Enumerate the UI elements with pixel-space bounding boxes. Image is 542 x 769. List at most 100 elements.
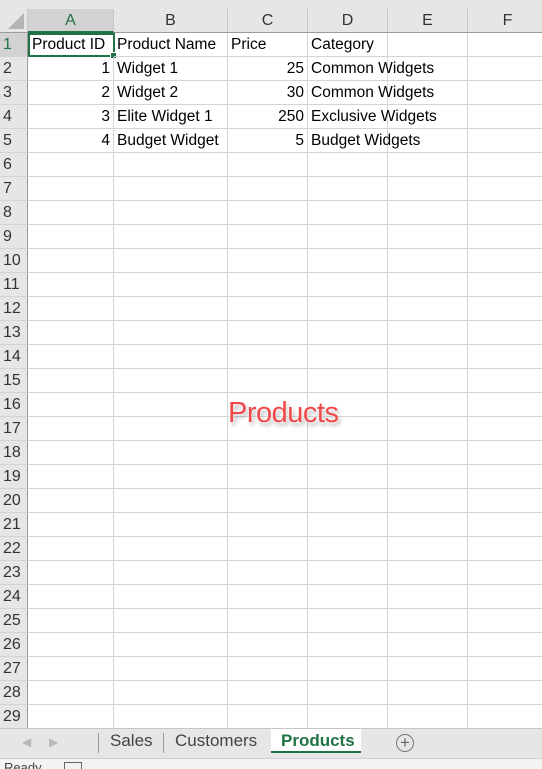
grid-cell[interactable]: [468, 681, 542, 705]
grid-cell[interactable]: [388, 609, 468, 633]
column-header-b[interactable]: B: [114, 9, 228, 33]
sheet-tab-products[interactable]: Products: [271, 729, 361, 753]
row-header-24[interactable]: 24: [0, 585, 28, 609]
grid-cell[interactable]: [28, 297, 114, 321]
grid-cell[interactable]: [228, 321, 308, 345]
grid-cell[interactable]: [28, 369, 114, 393]
grid-cell[interactable]: [114, 609, 228, 633]
grid-cell[interactable]: [388, 681, 468, 705]
grid-cell[interactable]: [388, 489, 468, 513]
grid-cell[interactable]: [114, 681, 228, 705]
spreadsheet-grid[interactable]: A B C D E F 1 2 3 4 5 6 7 8 9 10 11 12 13 14 15 16 17 18 1…: [0, 0, 542, 728]
grid-cell[interactable]: [468, 249, 542, 273]
row-header-8[interactable]: 8: [0, 201, 28, 225]
row-header-6[interactable]: 6: [0, 153, 28, 177]
cell-c4[interactable]: 250: [228, 105, 308, 129]
grid-cell[interactable]: [28, 321, 114, 345]
cell-b1[interactable]: Product Name: [114, 33, 228, 57]
grid-cell[interactable]: [388, 345, 468, 369]
triangle-left-icon[interactable]: ◀: [22, 735, 31, 749]
grid-cell[interactable]: [468, 441, 542, 465]
grid-cell[interactable]: [28, 489, 114, 513]
cell-c1[interactable]: Price: [228, 33, 308, 57]
cell-a5[interactable]: 4: [28, 129, 114, 153]
column-header-a[interactable]: A: [28, 9, 114, 33]
grid-cell[interactable]: [28, 225, 114, 249]
grid-cell[interactable]: [228, 225, 308, 249]
grid-cell[interactable]: [388, 705, 468, 728]
row-header-29[interactable]: 29: [0, 705, 28, 728]
grid-cell[interactable]: [114, 465, 228, 489]
grid-cell[interactable]: [468, 345, 542, 369]
grid-cell[interactable]: [468, 321, 542, 345]
plus-circle-icon[interactable]: +: [396, 734, 414, 752]
grid-cell[interactable]: [468, 585, 542, 609]
grid-cell[interactable]: [468, 57, 542, 81]
grid-cell[interactable]: [468, 537, 542, 561]
grid-cell[interactable]: [388, 249, 468, 273]
grid-cell[interactable]: [114, 585, 228, 609]
grid-cell[interactable]: [468, 297, 542, 321]
grid-cell[interactable]: [468, 129, 542, 153]
cell-b5[interactable]: Budget Widget: [114, 129, 228, 153]
grid-cell[interactable]: [28, 609, 114, 633]
row-header-10[interactable]: 10: [0, 249, 28, 273]
cell-a2[interactable]: 1: [28, 57, 114, 81]
grid-cell[interactable]: [388, 177, 468, 201]
grid-cell[interactable]: [228, 585, 308, 609]
grid-cell[interactable]: [308, 609, 388, 633]
grid-cell[interactable]: [308, 441, 388, 465]
grid-cell[interactable]: [28, 417, 114, 441]
cell-b4[interactable]: Elite Widget 1: [114, 105, 228, 129]
cell-a1[interactable]: Product ID: [28, 33, 117, 59]
grid-cell[interactable]: [388, 633, 468, 657]
grid-cell[interactable]: [468, 705, 542, 728]
grid-cell[interactable]: [228, 657, 308, 681]
grid-cell[interactable]: [388, 201, 468, 225]
cell-d5[interactable]: Budget Widgets: [308, 129, 420, 153]
grid-cell[interactable]: [308, 249, 388, 273]
grid-cell[interactable]: [114, 369, 228, 393]
grid-cell[interactable]: [308, 297, 388, 321]
row-header-26[interactable]: 26: [0, 633, 28, 657]
grid-cell[interactable]: [308, 465, 388, 489]
grid-cell[interactable]: [28, 657, 114, 681]
grid-cell[interactable]: [28, 513, 114, 537]
grid-cell[interactable]: [468, 81, 542, 105]
row-header-9[interactable]: 9: [0, 225, 28, 249]
grid-cell[interactable]: [228, 177, 308, 201]
grid-cell[interactable]: [468, 417, 542, 441]
grid-cell[interactable]: [28, 537, 114, 561]
grid-cell[interactable]: [468, 489, 542, 513]
grid-cell[interactable]: [228, 609, 308, 633]
row-header-4[interactable]: 4: [0, 105, 28, 129]
grid-cell[interactable]: [308, 153, 388, 177]
grid-cell[interactable]: [28, 441, 114, 465]
grid-cell[interactable]: [308, 273, 388, 297]
grid-cell[interactable]: [468, 393, 542, 417]
grid-cell[interactable]: [114, 177, 228, 201]
grid-cell[interactable]: [114, 441, 228, 465]
grid-cell[interactable]: [388, 585, 468, 609]
row-header-28[interactable]: 28: [0, 681, 28, 705]
grid-cell[interactable]: [28, 201, 114, 225]
grid-cell[interactable]: [228, 705, 308, 728]
grid-cell[interactable]: [468, 33, 542, 57]
column-header-d[interactable]: D: [308, 9, 388, 33]
grid-cell[interactable]: [388, 393, 468, 417]
row-header-22[interactable]: 22: [0, 537, 28, 561]
grid-cell[interactable]: [388, 417, 468, 441]
grid-cell[interactable]: [308, 369, 388, 393]
grid-cell[interactable]: [228, 489, 308, 513]
grid-cell[interactable]: [228, 153, 308, 177]
grid-cell[interactable]: [28, 345, 114, 369]
grid-cell[interactable]: [468, 225, 542, 249]
cell-d4[interactable]: Exclusive Widgets: [308, 105, 468, 129]
grid-cell[interactable]: [308, 537, 388, 561]
grid-cell[interactable]: [388, 561, 468, 585]
grid-cell[interactable]: [114, 321, 228, 345]
row-header-25[interactable]: 25: [0, 609, 28, 633]
grid-cell[interactable]: [114, 249, 228, 273]
grid-cell[interactable]: [388, 153, 468, 177]
grid-cell[interactable]: [388, 441, 468, 465]
